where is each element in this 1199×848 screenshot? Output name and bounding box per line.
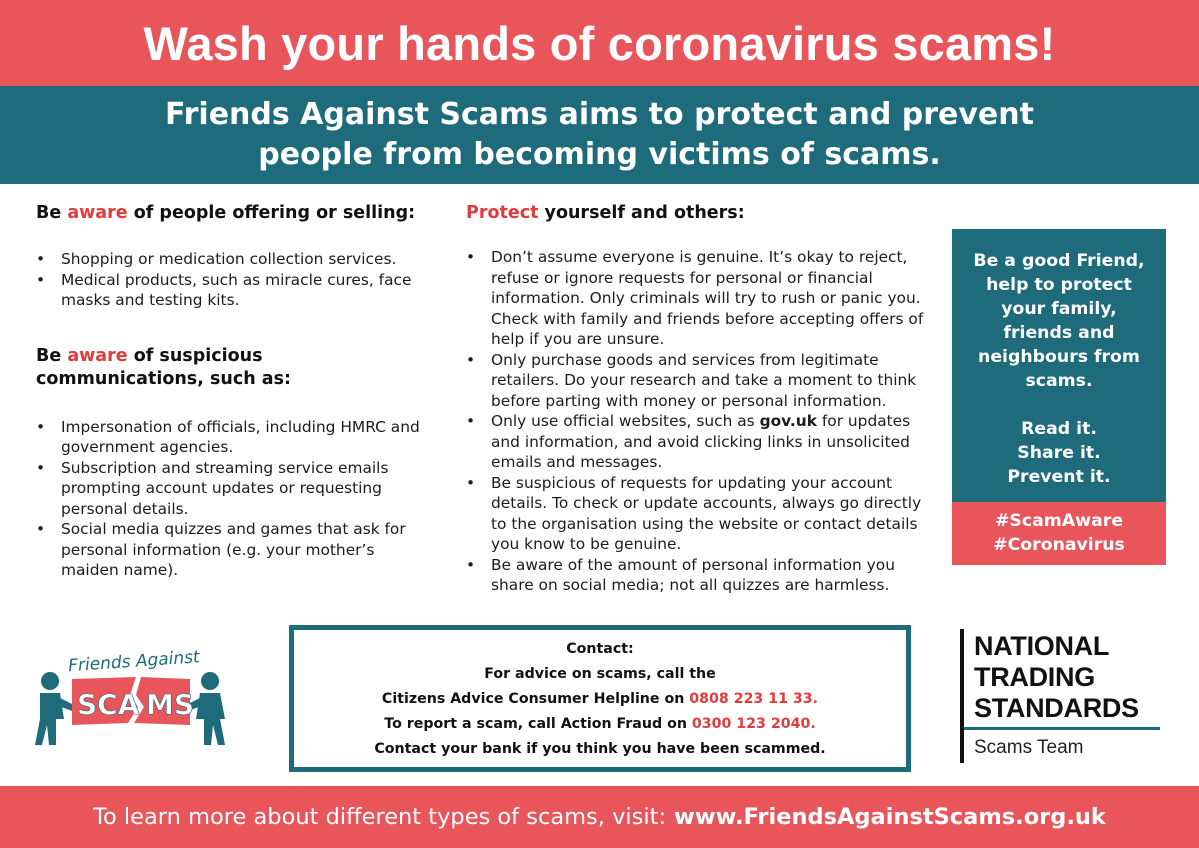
list-item: Be aware of the amount of personal infor… — [466, 555, 936, 596]
contact-line-4: Contact your bank if you think you have … — [374, 741, 826, 757]
list-item: Only purchase goods and services from le… — [466, 350, 936, 412]
aware-highlight: aware — [67, 345, 128, 366]
good-friend-box: Be a good Friend, help to protect your f… — [952, 229, 1166, 565]
contact-line-3: To report a scam, call Action Fraud on 0… — [384, 716, 816, 732]
aware-offering-heading: Be aware of people offering or selling: — [36, 203, 416, 223]
list-item: Don’t assume everyone is genuine. It’s o… — [466, 247, 936, 350]
list-item: Social media quizzes and games that ask … — [36, 519, 436, 581]
friends-against-scams-logo: Friends Against SCA MS — [30, 645, 230, 755]
nts-logo-text: NATIONAL TRADING STANDARDS — [974, 631, 1139, 723]
protect-highlight: Protect — [466, 203, 539, 223]
action-read: Read it. — [1021, 419, 1097, 439]
hashtag-scamaware: #ScamAware — [994, 511, 1124, 531]
contact-line-1: For advice on scams, call the — [484, 666, 716, 682]
aware-highlight: aware — [67, 203, 128, 223]
aware-communications-list: Impersonation of officials, including HM… — [36, 417, 436, 581]
logo-ms: MS — [146, 688, 194, 721]
contact-box: Contact: For advice on scams, call the C… — [289, 625, 911, 772]
list-item: Subscription and streaming service email… — [36, 458, 436, 520]
subtitle-line-1: Friends Against Scams aims to protect an… — [165, 97, 1034, 132]
nts-logo-bar — [960, 629, 964, 763]
list-item: Be suspicious of requests for updating y… — [466, 473, 936, 555]
list-item: Shopping or medication collection servic… — [36, 249, 436, 270]
footer-url-link[interactable]: www.FriendsAgainstScams.org.uk — [674, 804, 1106, 830]
nts-logo-rule — [964, 727, 1160, 730]
aware-offering-list: Shopping or medication collection servic… — [36, 249, 436, 311]
subtitle-banner: Friends Against Scams aims to protect an… — [0, 86, 1199, 184]
nts-logo-subtitle: Scams Team — [974, 737, 1084, 758]
list-item: Only use official websites, such as gov.… — [466, 411, 936, 473]
middle-column: Protect yourself and others: Don’t assum… — [466, 202, 936, 596]
good-friend-message: Be a good Friend, help to protect your f… — [952, 229, 1166, 502]
action-fraud-phone: 0300 123 2040. — [691, 716, 816, 732]
protect-heading: Protect yourself and others: — [466, 203, 745, 223]
hashtags: #ScamAware #Coronavirus — [952, 502, 1166, 565]
logo-sca: SCA — [77, 688, 140, 721]
aware-communications-heading: Be aware of suspicious communications, s… — [36, 345, 291, 389]
protect-list: Don’t assume everyone is genuine. It’s o… — [466, 247, 936, 596]
national-trading-standards-logo: NATIONAL TRADING STANDARDS Scams Team — [960, 629, 1170, 769]
footer-banner: To learn more about different types of s… — [0, 786, 1199, 848]
hashtag-coronavirus: #Coronavirus — [993, 535, 1125, 555]
contact-line-2: Citizens Advice Consumer Helpline on 080… — [381, 691, 819, 707]
logo-tagline: Friends Against — [68, 647, 202, 676]
action-prevent: Prevent it. — [1007, 467, 1111, 487]
footer-text: To learn more about different types of s… — [93, 804, 667, 830]
contact-heading: Contact: — [566, 641, 634, 657]
title-banner: Wash your hands of coronavirus scams! — [0, 0, 1199, 86]
page-title: Wash your hands of coronavirus scams! — [143, 16, 1056, 70]
friends-against-scams-logo-graphic: Friends Against SCA MS — [35, 647, 225, 745]
gov-uk-text: gov.uk — [759, 412, 817, 430]
list-item: Impersonation of officials, including HM… — [36, 417, 436, 458]
left-column: Be aware of people offering or selling: … — [36, 202, 436, 581]
action-share: Share it. — [1017, 443, 1101, 463]
list-item: Medical products, such as miracle cures,… — [36, 270, 436, 311]
citizens-advice-phone: 0808 223 11 33. — [689, 691, 819, 707]
subtitle-line-2: people from becoming victims of scams. — [258, 137, 941, 172]
